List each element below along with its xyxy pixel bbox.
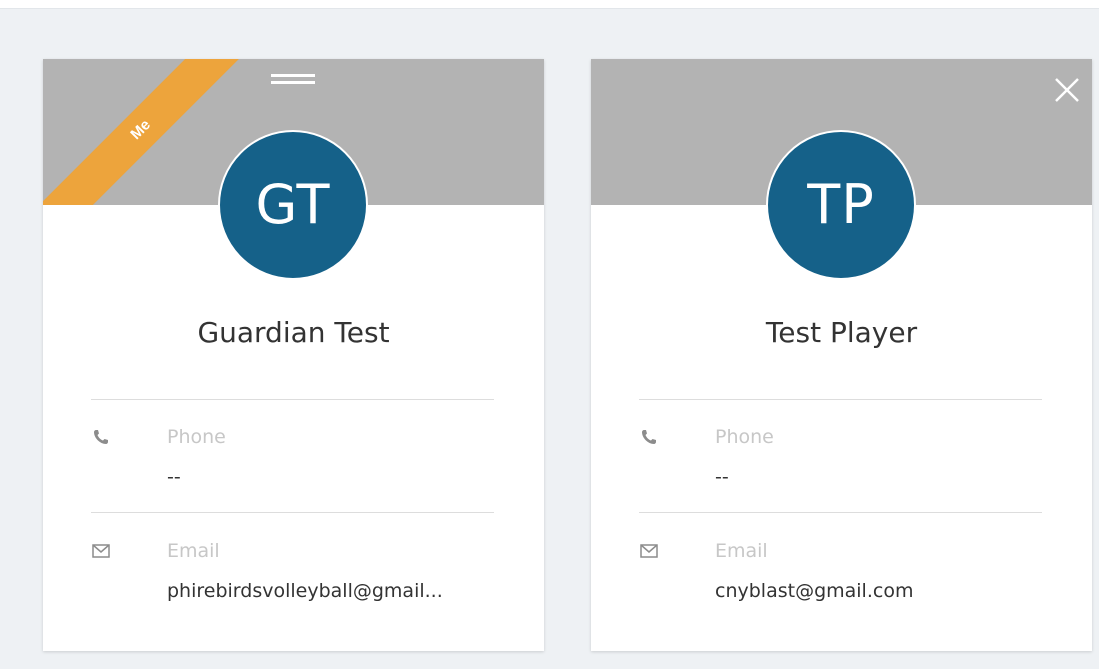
member-card-guardian: Me GT Guardian Test Phone -- Email phire… [43, 59, 544, 651]
envelope-icon [639, 541, 661, 561]
close-icon[interactable] [1050, 73, 1084, 107]
member-name: Test Player [765, 316, 918, 349]
divider [91, 399, 494, 400]
phone-label: Phone [167, 426, 226, 448]
email-label: Email [715, 540, 768, 562]
email-label: Email [167, 540, 220, 562]
drag-handle-icon[interactable] [271, 69, 315, 89]
envelope-icon [91, 541, 113, 561]
phone-value: -- [167, 466, 181, 488]
divider [639, 512, 1042, 513]
avatar: TP [766, 130, 916, 280]
phone-label: Phone [715, 426, 774, 448]
email-value: cnyblast@gmail.com [715, 580, 914, 602]
me-ribbon-container: Me [43, 59, 243, 205]
member-name: Guardian Test [197, 316, 390, 349]
me-badge: Me [43, 59, 243, 205]
member-card-player: TP Test Player Phone -- Email cnyblast@g… [591, 59, 1092, 651]
divider [91, 512, 494, 513]
phone-icon [639, 427, 661, 447]
divider [639, 399, 1042, 400]
email-value: phirebirdsvolleyball@gmail... [167, 580, 443, 602]
avatar: GT [218, 130, 368, 280]
phone-icon [91, 427, 113, 447]
phone-value: -- [715, 466, 729, 488]
